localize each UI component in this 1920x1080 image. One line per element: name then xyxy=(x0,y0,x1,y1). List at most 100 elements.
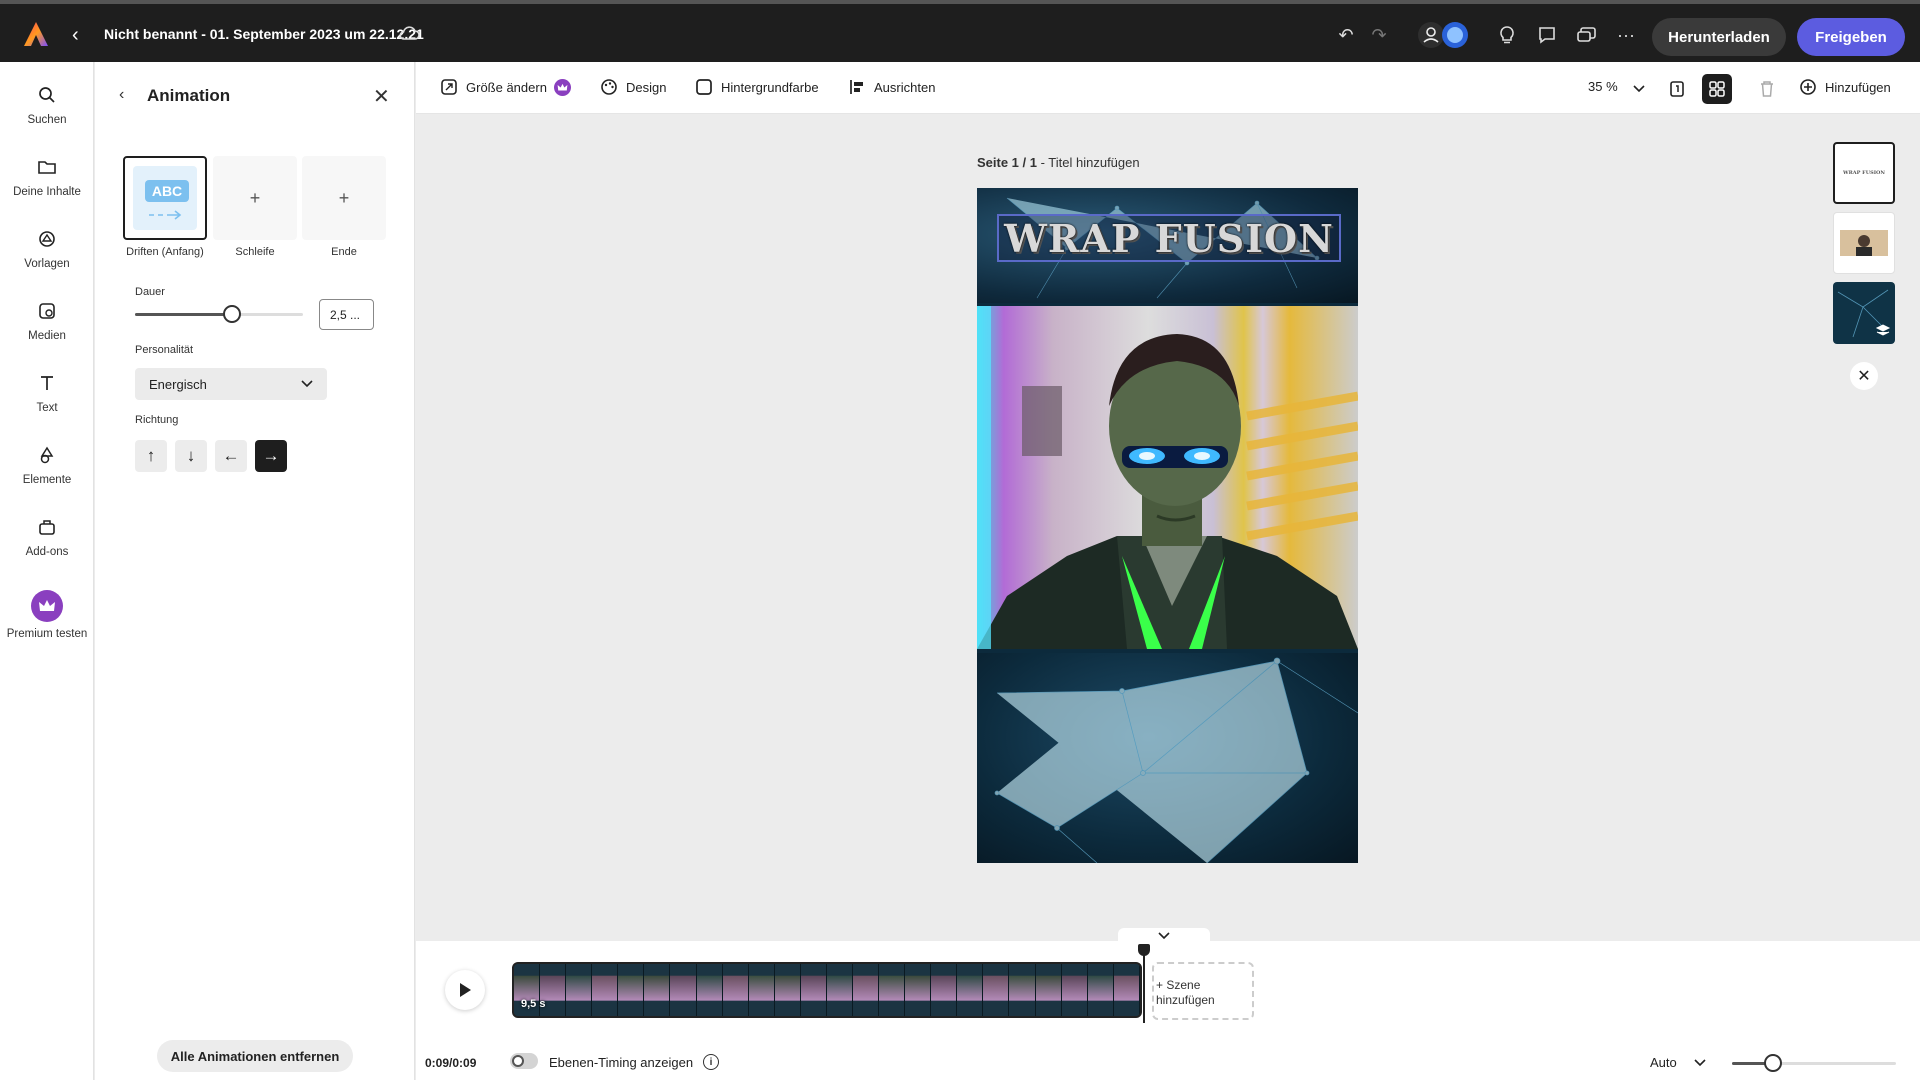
playhead[interactable] xyxy=(1143,946,1145,1023)
rail-item-addons[interactable]: Add-ons xyxy=(0,514,94,574)
scene-frame xyxy=(748,964,775,1016)
timeline-collapse-button[interactable] xyxy=(1118,928,1210,944)
drift-preview-text: ABC xyxy=(145,180,189,202)
close-thumbnails-icon[interactable]: ✕ xyxy=(1850,362,1878,390)
artwork-header[interactable]: WRAP FUSION xyxy=(977,188,1358,303)
text-icon xyxy=(34,370,60,396)
panel-close-button[interactable]: ✕ xyxy=(373,84,390,109)
scene-frame xyxy=(696,964,723,1016)
time-readout: 0:09/0:09 xyxy=(425,1056,477,1070)
zoom-chevron-down-icon[interactable] xyxy=(1624,74,1654,104)
page-copy-icon[interactable] xyxy=(1662,74,1692,104)
direction-up-button[interactable]: ↑ xyxy=(135,440,167,472)
artboard[interactable]: WRAP FUSION xyxy=(977,188,1358,863)
resize-button[interactable]: Größe ändern xyxy=(440,78,571,96)
anim-slot-end[interactable]: + xyxy=(302,156,386,240)
rail-item-media[interactable]: Medien xyxy=(0,298,94,358)
design-button[interactable]: Design xyxy=(600,78,666,96)
resize-label: Größe ändern xyxy=(466,79,547,95)
lightbulb-icon[interactable] xyxy=(1495,23,1519,47)
undo-icon[interactable]: ↶ xyxy=(1334,23,1358,47)
back-button[interactable]: ‹ xyxy=(72,24,79,47)
rail-label: Medien xyxy=(28,330,66,342)
timeline-zoom-mode-select[interactable]: Auto xyxy=(1650,1055,1706,1070)
layers-toggle-icon[interactable] xyxy=(1702,74,1732,104)
search-icon xyxy=(34,82,60,108)
network-lines-graphic xyxy=(994,657,1358,863)
timeline-zoom-thumb[interactable] xyxy=(1764,1054,1782,1072)
scene-frame xyxy=(774,964,801,1016)
scene-frame xyxy=(826,964,854,1016)
scene-frame xyxy=(879,964,906,1016)
present-icon[interactable] xyxy=(1575,23,1599,47)
artwork-footer[interactable] xyxy=(977,653,1358,863)
scene-frame xyxy=(800,964,827,1016)
scene-frame xyxy=(905,964,932,1016)
layer-timing-toggle[interactable] xyxy=(510,1053,538,1069)
page-title-hint: - Titel hinzufügen xyxy=(1036,155,1140,170)
scene-clip[interactable]: 9,5 s xyxy=(512,962,1142,1018)
direction-down-button[interactable]: ↓ xyxy=(175,440,207,472)
redo-icon[interactable]: ↷ xyxy=(1367,23,1391,47)
direction-right-button[interactable]: → xyxy=(255,440,287,472)
rail-label: Deine Inhalte xyxy=(13,186,81,198)
rail-label: Suchen xyxy=(27,114,67,126)
page-thumbnail-1[interactable]: WRAP FUSION xyxy=(1833,142,1895,204)
scene-frame xyxy=(566,964,593,1016)
background-color-button[interactable]: Hintergrundfarbe xyxy=(695,78,819,96)
adobe-express-logo[interactable] xyxy=(22,20,50,48)
scene-frame xyxy=(592,964,619,1016)
playhead-handle[interactable] xyxy=(1138,944,1150,956)
info-icon[interactable]: i xyxy=(703,1054,719,1070)
zoom-level[interactable]: 35 % xyxy=(1588,79,1618,94)
document-title[interactable]: Nicht benannt - 01. September 2023 um 22… xyxy=(104,26,424,42)
page-thumbnail-2[interactable] xyxy=(1833,212,1895,274)
scene-frame xyxy=(1061,964,1088,1016)
character-portrait-graphic xyxy=(977,306,1358,649)
rail-item-your-content[interactable]: Deine Inhalte xyxy=(0,154,94,214)
canvas-toolbar: Größe ändern Design Hintergrundfarbe Aus… xyxy=(416,62,1920,114)
layer-timing-label: Ebenen-Timing anzeigen xyxy=(549,1055,694,1070)
add-scene-button[interactable]: + Szene hinzufügen xyxy=(1152,962,1254,1020)
remove-all-animations-button[interactable]: Alle Animationen entfernen xyxy=(157,1040,353,1072)
animation-panel: ‹ Animation ✕ ABC + + Driften (Anfang) S… xyxy=(95,62,415,1080)
rail-item-search[interactable]: Suchen xyxy=(0,82,94,142)
download-button[interactable]: Herunterladen xyxy=(1652,18,1786,56)
rail-label: Vorlagen xyxy=(24,258,70,270)
rail-item-templates[interactable]: Vorlagen xyxy=(0,226,94,286)
panel-back-button[interactable]: ‹ xyxy=(119,86,124,104)
more-icon[interactable]: ··· xyxy=(1614,23,1638,47)
anim-slot-start[interactable]: ABC xyxy=(123,156,207,240)
add-button[interactable]: Hinzufügen xyxy=(1799,78,1891,96)
chevron-down-icon xyxy=(1158,932,1170,940)
artwork-title-box[interactable]: WRAP FUSION xyxy=(997,214,1341,262)
rail-item-elements[interactable]: Elemente xyxy=(0,442,94,502)
personality-select[interactable]: Energisch xyxy=(135,368,327,400)
align-button[interactable]: Ausrichten xyxy=(848,78,935,96)
scene-frame xyxy=(1087,964,1114,1016)
artwork-photo[interactable] xyxy=(977,306,1358,649)
collaborators-avatars[interactable] xyxy=(1414,20,1474,50)
play-button[interactable] xyxy=(445,970,485,1010)
page-heading[interactable]: Seite 1 / 1 - Titel hinzufügen xyxy=(977,155,1140,170)
addons-icon xyxy=(34,514,60,540)
rail-item-premium[interactable]: Premium testen xyxy=(0,590,94,660)
rail-label: Add-ons xyxy=(25,546,69,558)
duration-slider[interactable] xyxy=(135,305,303,323)
page-thumbnail-3[interactable] xyxy=(1833,282,1895,344)
direction-left-button[interactable]: ← xyxy=(215,440,247,472)
personality-selected: Energisch xyxy=(149,376,207,392)
trash-icon[interactable] xyxy=(1752,74,1782,104)
rail-item-text[interactable]: Text xyxy=(0,370,94,430)
timeline-zoom-slider[interactable] xyxy=(1732,1054,1896,1072)
premium-crown-icon xyxy=(553,78,571,96)
cloud-sync-icon[interactable] xyxy=(398,24,420,47)
comment-icon[interactable] xyxy=(1535,23,1559,47)
share-button[interactable]: Freigeben xyxy=(1797,18,1905,56)
anim-slot-loop[interactable]: + xyxy=(213,156,297,240)
add-scene-label: + Szene xyxy=(1156,978,1201,992)
scene-frame xyxy=(983,964,1010,1016)
duration-slider-thumb[interactable] xyxy=(223,305,242,323)
scene-frame xyxy=(644,964,671,1016)
duration-input[interactable] xyxy=(319,299,374,330)
